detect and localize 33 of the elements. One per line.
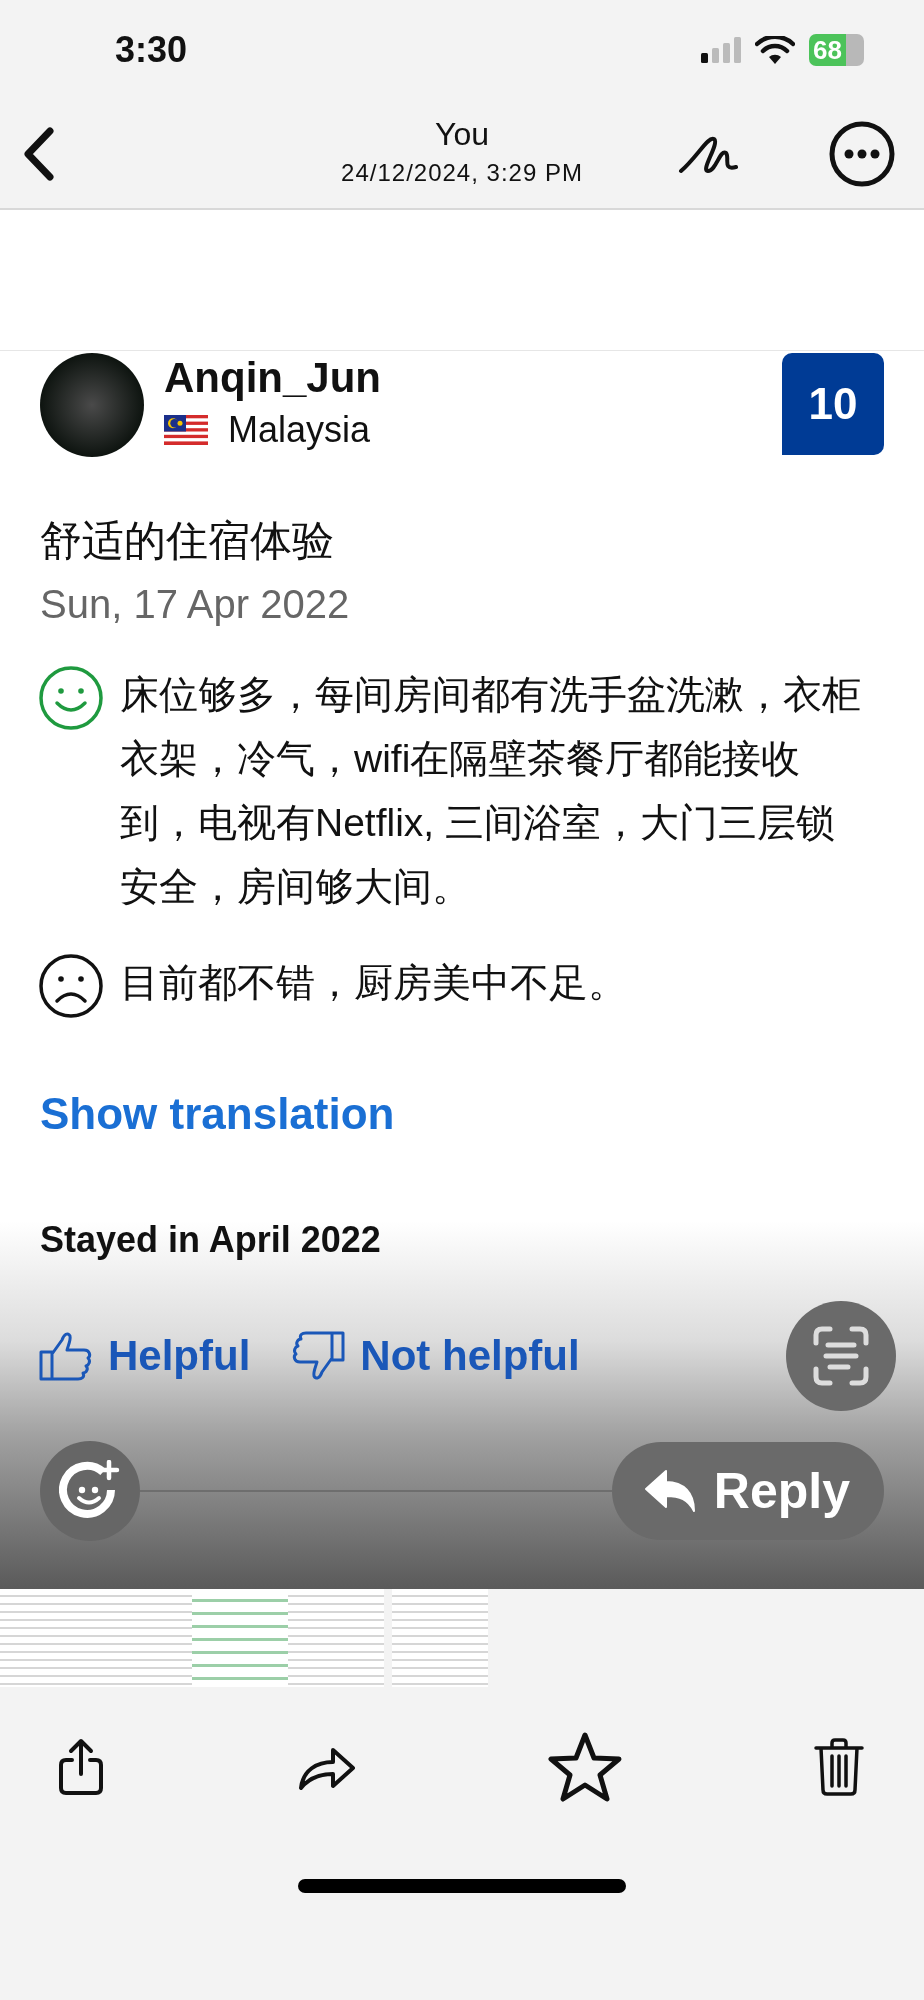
review-title: 舒适的住宿体验 xyxy=(39,516,335,566)
battery-indicator: 68 xyxy=(809,34,864,66)
reviewer-country: Malaysia xyxy=(228,409,371,451)
thumbnail-image[interactable] xyxy=(288,1589,384,1687)
helpful-button[interactable]: Helpful xyxy=(38,1330,251,1382)
show-translation-link[interactable]: Show translation xyxy=(0,1089,435,1139)
comment-text: 目前都不错，厨房美中不足。 xyxy=(120,960,628,1006)
more-icon[interactable] xyxy=(828,120,896,188)
live-text-icon[interactable] xyxy=(786,1301,896,1411)
status-time: 3:30 xyxy=(115,29,188,71)
score-badge: 10 xyxy=(782,353,884,455)
review-date: Sun, 17 Apr 2022 xyxy=(39,581,351,628)
reply-button[interactable]: Reply xyxy=(611,1442,884,1540)
share-icon[interactable] xyxy=(56,1738,106,1796)
thumbnail-image[interactable] xyxy=(0,1589,96,1687)
nav-subtitle: 24/12/2024, 3:29 PM xyxy=(341,158,583,188)
nav-title: You xyxy=(435,115,489,154)
comment-text: 床位够多，每间房间都有洗手盆洗漱，衣柜衣架，冷气，wifi在隔壁茶餐厅都能接收到，电视有Netflix, 三间浴室，大门三层锁安全，房间够大间。 xyxy=(120,672,862,910)
signal-icon xyxy=(701,37,742,63)
frown-icon xyxy=(38,953,104,1019)
not-helpful-button[interactable]: Not helpful xyxy=(290,1330,580,1382)
back-icon[interactable] xyxy=(22,126,56,182)
reply-arrow-icon xyxy=(643,1469,696,1513)
stay-date: Stayed in April 2022 xyxy=(39,1219,382,1261)
wifi-icon xyxy=(755,36,796,64)
flag-icon xyxy=(164,415,208,445)
smiley-icon xyxy=(38,665,104,731)
thumbnail-image[interactable] xyxy=(392,1589,488,1687)
thumbs-up-icon xyxy=(38,1330,94,1382)
thumbs-down-icon xyxy=(290,1330,347,1382)
trash-icon[interactable] xyxy=(813,1738,864,1796)
reviewer-name: Anqin_Jun xyxy=(164,353,382,403)
star-icon[interactable] xyxy=(547,1731,624,1803)
